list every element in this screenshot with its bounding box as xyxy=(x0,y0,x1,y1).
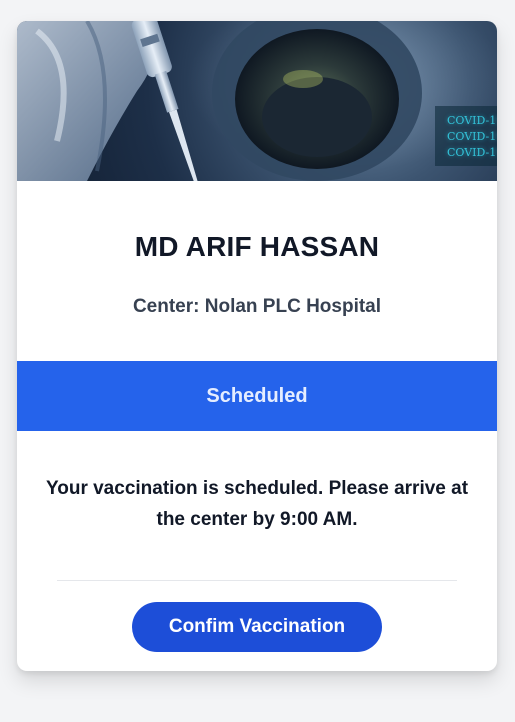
monitor-line: COVID-19 xyxy=(447,146,497,159)
schedule-message-text: Your vaccination is scheduled. Please ar… xyxy=(45,478,469,530)
monitor-text: COVID-19 COVID-19 COVID-19 xyxy=(447,113,497,161)
patient-name: MD ARIF HASSAN xyxy=(134,231,380,262)
center-name: Center: Nolan PLC Hospital xyxy=(132,296,382,317)
divider xyxy=(57,580,457,581)
monitor-line: COVID-19 xyxy=(447,114,497,127)
schedule-message-end: . xyxy=(352,509,358,530)
status-label: Scheduled xyxy=(206,384,308,407)
schedule-message: Your vaccination is scheduled. Please ar… xyxy=(37,473,477,535)
monitor-line: COVID-19 xyxy=(447,130,497,143)
appointment-time: 9:00 AM xyxy=(280,509,353,530)
lab-scene-illustration xyxy=(17,21,497,181)
status-banner: Scheduled xyxy=(17,361,497,431)
hero-image: COVID-19 COVID-19 COVID-19 xyxy=(17,21,497,181)
confirm-vaccination-button[interactable]: Confim Vaccination xyxy=(132,602,382,652)
vaccination-card: COVID-19 COVID-19 COVID-19 MD ARIF HASSA… xyxy=(17,21,497,671)
